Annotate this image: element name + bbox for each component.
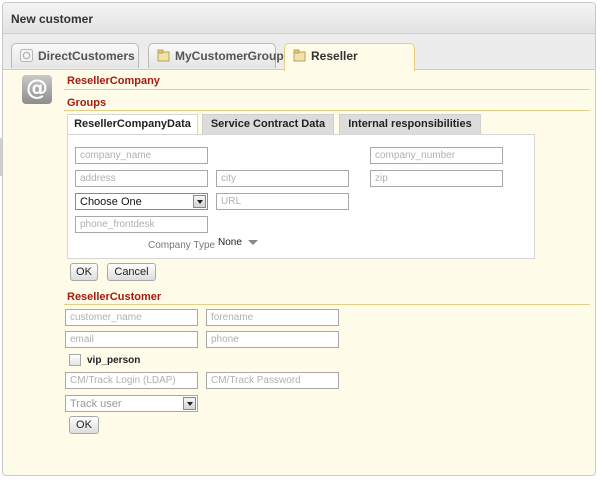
tab-my-customer-group-label: MyCustomerGroup [175, 49, 284, 63]
window-title: New customer [3, 3, 595, 34]
folder-icon [157, 49, 170, 62]
tab-reseller-label: Reseller [311, 49, 358, 63]
dropdown-arrow-icon [193, 195, 206, 208]
vip-person-checkbox[interactable] [69, 354, 81, 366]
divider [64, 89, 590, 90]
company-name-input[interactable] [75, 147, 208, 164]
company-number-input[interactable] [370, 147, 503, 164]
subtab-reseller-company-data[interactable]: ResellerCompanyData [67, 114, 198, 135]
tab-direct-customers-label: DirectCustomers [38, 49, 135, 63]
reseller-customer-title: ResellerCustomer [67, 291, 162, 303]
track-user-select[interactable]: Track user [65, 395, 198, 412]
divider [64, 304, 590, 305]
company-type-value[interactable]: None [218, 237, 242, 248]
reseller-company-cancel-button[interactable]: Cancel [107, 263, 156, 281]
reseller-customer-ok-button[interactable]: OK [69, 416, 99, 434]
customer-name-input[interactable] [65, 309, 198, 326]
forename-input[interactable] [206, 309, 339, 326]
password-input[interactable] [206, 372, 339, 389]
reseller-company-ok-button[interactable]: OK [70, 263, 98, 281]
subtab-service-contract-data[interactable]: Service Contract Data [202, 114, 334, 134]
address-input[interactable] [75, 170, 208, 187]
track-user-value: Track user [70, 398, 122, 410]
tab-strip: DirectCustomers MyCustomerGroup Reseller [3, 34, 595, 71]
tab-direct-customers[interactable]: DirectCustomers [11, 43, 139, 68]
city-input[interactable] [216, 170, 349, 187]
choose-one-value: Choose One [80, 196, 142, 208]
folder-icon [293, 49, 306, 62]
chevron-down-icon[interactable] [248, 240, 258, 245]
company-type-label: Company Type [148, 240, 216, 251]
phone-frontdesk-input[interactable] [75, 216, 208, 233]
phone-input[interactable] [206, 331, 339, 348]
at-icon: @ [22, 75, 52, 104]
zip-input[interactable] [370, 170, 503, 187]
tab-reseller[interactable]: Reseller [284, 43, 415, 71]
tab-my-customer-group[interactable]: MyCustomerGroup [148, 43, 284, 68]
groups-title: Groups [67, 97, 107, 109]
email-input[interactable] [65, 331, 198, 348]
login-ldap-input[interactable] [65, 372, 198, 389]
dropdown-arrow-icon [183, 397, 196, 410]
customers-icon [20, 49, 33, 62]
vip-person-label: vip_person [87, 355, 141, 366]
reseller-company-title: ResellerCompany [67, 75, 160, 87]
url-input[interactable] [216, 193, 349, 210]
subtab-internal-responsibilities[interactable]: Internal responsibilities [339, 114, 481, 134]
divider [64, 110, 590, 111]
choose-one-select[interactable]: Choose One [75, 193, 208, 210]
